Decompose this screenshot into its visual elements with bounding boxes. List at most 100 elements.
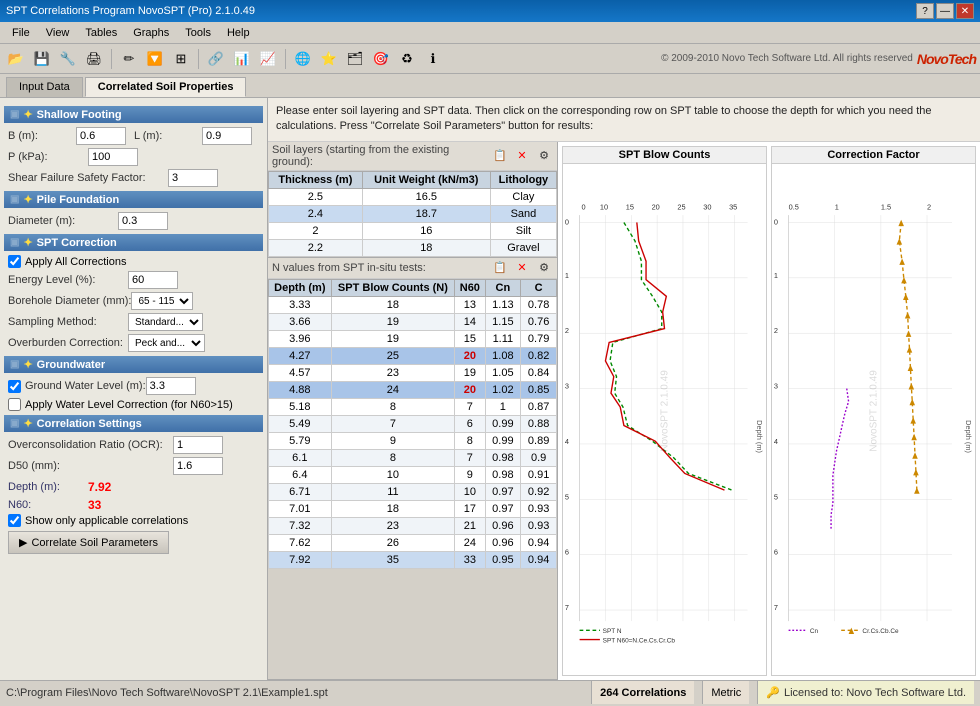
- menu-tables[interactable]: Tables: [77, 25, 125, 41]
- overburden-select[interactable]: Peck and...: [128, 334, 205, 352]
- spt-cn: 1: [485, 398, 521, 415]
- spt-cn: 0.99: [485, 432, 521, 449]
- sampling-select[interactable]: Standard...: [128, 313, 203, 331]
- spt-table-row[interactable]: 5.79 9 8 0.99 0.89: [269, 432, 557, 449]
- status-metric: Metric: [702, 681, 749, 704]
- spt-scroll[interactable]: Depth (m) SPT Blow Counts (N) N60 Cn C 3…: [268, 279, 557, 679]
- menu-file[interactable]: File: [4, 25, 38, 41]
- gw-expand-icon[interactable]: ▣: [10, 359, 19, 370]
- spt-table-row[interactable]: 4.88 24 20 1.02 0.85: [269, 381, 557, 398]
- pile-expand-icon[interactable]: ▣: [10, 194, 19, 205]
- status-license: 🔑 Licensed to: Novo Tech Software Ltd.: [757, 681, 974, 704]
- spt-n: 7: [331, 415, 455, 432]
- toolbar-filter-btn[interactable]: 🔽: [143, 47, 167, 71]
- borehole-select[interactable]: 65 - 115: [131, 292, 193, 310]
- toolbar-grid-btn[interactable]: ⊞: [169, 47, 193, 71]
- soil-more-btn[interactable]: ⚙: [535, 148, 553, 164]
- toolbar-layers-btn[interactable]: 🗂: [343, 47, 367, 71]
- apply-all-checkbox[interactable]: [8, 255, 21, 268]
- menu-tools[interactable]: Tools: [177, 25, 219, 41]
- spt-del-btn[interactable]: ✕: [513, 260, 531, 276]
- toolbar-refresh-btn[interactable]: ♻: [395, 47, 419, 71]
- groundwater-header: ▣ ✦ Groundwater: [4, 356, 263, 373]
- close-btn[interactable]: ✕: [956, 3, 974, 19]
- spt-table-row[interactable]: 7.92 35 33 0.95 0.94: [269, 551, 557, 568]
- spt-table-row[interactable]: 4.27 25 20 1.08 0.82: [269, 347, 557, 364]
- spt-table-row[interactable]: 6.4 10 9 0.98 0.91: [269, 466, 557, 483]
- toolbar-globe-btn[interactable]: 🌐: [291, 47, 315, 71]
- spt-table-row[interactable]: 3.33 18 13 1.13 0.78: [269, 296, 557, 313]
- d50-input[interactable]: [173, 457, 223, 475]
- spt-table-row[interactable]: 3.96 19 15 1.11 0.79: [269, 330, 557, 347]
- ocr-input[interactable]: [173, 436, 223, 454]
- spt-more-btn[interactable]: ⚙: [535, 260, 553, 276]
- water-correction-label: Apply Water Level Correction (for N60>15…: [25, 399, 233, 411]
- energy-input[interactable]: [128, 271, 178, 289]
- soil-add-btn[interactable]: 📋: [491, 148, 509, 164]
- p-input[interactable]: [88, 148, 138, 166]
- diameter-input[interactable]: [118, 212, 168, 230]
- spt-n60: 33: [455, 551, 485, 568]
- safety-input[interactable]: [168, 169, 218, 187]
- spt-chart-title: SPT Blow Counts: [563, 147, 766, 164]
- svg-text:7: 7: [565, 603, 569, 612]
- spt-c: 0.91: [521, 466, 557, 483]
- soil-thickness: 2: [269, 222, 363, 239]
- shallow-footing-expand-icon[interactable]: ▣: [10, 109, 19, 120]
- menu-graphs[interactable]: Graphs: [125, 25, 177, 41]
- minimize-btn[interactable]: —: [936, 3, 954, 19]
- toolbar-print-btn[interactable]: 🖨: [82, 47, 106, 71]
- cs-icon: ✦: [23, 417, 32, 430]
- toolbar-save-btn[interactable]: 💾: [30, 47, 54, 71]
- show-only-checkbox[interactable]: [8, 514, 21, 527]
- spt-table-row[interactable]: 7.32 23 21 0.96 0.93: [269, 517, 557, 534]
- tab-correlated-soil[interactable]: Correlated Soil Properties: [85, 77, 247, 97]
- soil-layers-scroll[interactable]: Thickness (m) Unit Weight (kN/m3) Lithol…: [268, 171, 557, 257]
- correlate-button[interactable]: ▶ Correlate Soil Parameters: [8, 531, 169, 554]
- toolbar-pencil-btn[interactable]: ✏: [117, 47, 141, 71]
- help-btn[interactable]: ?: [916, 3, 934, 19]
- spt-table-row[interactable]: 5.18 8 7 1 0.87: [269, 398, 557, 415]
- correction-chart-svg: 0.5 1 1.5 2 0 1 2 3 4 5 6 7: [772, 164, 975, 672]
- water-correction-checkbox[interactable]: [8, 398, 21, 411]
- gw-level-input[interactable]: [146, 377, 196, 395]
- toolbar-target-btn[interactable]: 🎯: [369, 47, 393, 71]
- soil-layer-row[interactable]: 2.4 18.7 Sand: [269, 205, 557, 222]
- menu-help[interactable]: Help: [219, 25, 258, 41]
- spt-table-row[interactable]: 6.1 8 7 0.98 0.9: [269, 449, 557, 466]
- soil-layer-row[interactable]: 2.2 18 Gravel: [269, 239, 557, 256]
- gw-level-checkbox[interactable]: [8, 380, 21, 393]
- spt-depth: 5.18: [269, 398, 332, 415]
- b-input[interactable]: [76, 127, 126, 145]
- spt-table-row[interactable]: 7.62 26 24 0.96 0.94: [269, 534, 557, 551]
- tab-input-data[interactable]: Input Data: [6, 77, 83, 97]
- spt-table-row[interactable]: 7.01 18 17 0.97 0.93: [269, 500, 557, 517]
- soil-del-btn[interactable]: ✕: [513, 148, 531, 164]
- spt-n60: 13: [455, 296, 485, 313]
- soil-layer-row[interactable]: 2.5 16.5 Clay: [269, 188, 557, 205]
- n60-value: 33: [88, 498, 101, 512]
- spt-expand-icon[interactable]: ▣: [10, 237, 19, 248]
- safety-label: Shear Failure Safety Factor:: [8, 172, 168, 184]
- toolbar-wrench-btn[interactable]: 🔧: [56, 47, 80, 71]
- menu-view[interactable]: View: [38, 25, 78, 41]
- spt-depth: 4.57: [269, 364, 332, 381]
- toolbar-link-btn[interactable]: 🔗: [204, 47, 228, 71]
- spt-n: 9: [331, 432, 455, 449]
- spt-table-row[interactable]: 5.49 7 6 0.99 0.88: [269, 415, 557, 432]
- toolbar-bar-btn[interactable]: 📈: [256, 47, 280, 71]
- cs-expand-icon[interactable]: ▣: [10, 418, 19, 429]
- spt-chart-panel: SPT Blow Counts NovoSPT 2.1.0.49 0 10 15…: [562, 146, 767, 676]
- spt-table-row[interactable]: 4.57 23 19 1.05 0.84: [269, 364, 557, 381]
- toolbar-star-btn[interactable]: ⭐: [317, 47, 341, 71]
- toolbar-chart-btn[interactable]: 📊: [230, 47, 254, 71]
- l-input[interactable]: [202, 127, 252, 145]
- spt-c: 0.89: [521, 432, 557, 449]
- borehole-row: Borehole Diameter (mm): 65 - 115: [4, 292, 263, 310]
- spt-add-btn[interactable]: 📋: [491, 260, 509, 276]
- toolbar-info-btn[interactable]: ℹ: [421, 47, 445, 71]
- spt-table-row[interactable]: 3.66 19 14 1.15 0.76: [269, 313, 557, 330]
- soil-layer-row[interactable]: 2 16 Silt: [269, 222, 557, 239]
- toolbar-open-btn[interactable]: 📂: [4, 47, 28, 71]
- spt-table-row[interactable]: 6.71 11 10 0.97 0.92: [269, 483, 557, 500]
